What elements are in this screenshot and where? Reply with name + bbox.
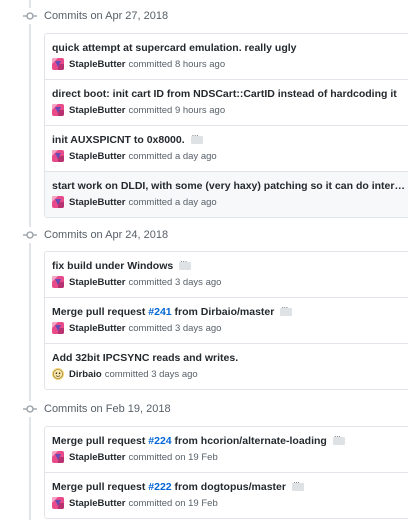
expand-message-button[interactable] [291, 478, 304, 491]
staplebutter-avatar[interactable] [52, 276, 64, 288]
commit-time: committed 3 days ago [128, 322, 222, 334]
commit-group-header: Commits on Feb 19, 2018 [0, 397, 408, 421]
timeline-line [29, 0, 31, 520]
pull-request-link[interactable]: #224 [148, 435, 171, 447]
commit-group-header: Commits on Apr 24, 2018 [0, 223, 408, 247]
expand-message-button[interactable] [190, 131, 203, 144]
commit-message[interactable]: fix build under Windows [52, 260, 173, 272]
commit-author[interactable]: StapleButter [69, 197, 125, 208]
commit-message[interactable]: start work on DLDI, with some (very haxy… [52, 180, 405, 192]
commit-list: fix build under Windows StapleButter com… [44, 251, 408, 390]
commit-group-title: Commits on Apr 24, 2018 [44, 229, 169, 241]
commit-time: committed 3 days ago [128, 276, 222, 288]
commit-item[interactable]: start work on DLDI, with some (very haxy… [45, 171, 408, 217]
commit-message[interactable]: init AUXSPICNT to 0x8000. [52, 134, 185, 146]
commit-message[interactable]: quick attempt at supercard emulation. re… [52, 42, 296, 54]
staplebutter-avatar[interactable] [52, 58, 64, 70]
commit-time: committed 9 hours ago [128, 104, 226, 116]
commit-item[interactable]: Add 32bit IPCSYNC reads and writes. Dirb… [45, 343, 408, 389]
commit-icon [22, 8, 38, 24]
pull-request-link[interactable]: #241 [148, 306, 171, 318]
commit-item[interactable]: quick attempt at supercard emulation. re… [45, 34, 408, 79]
commit-message[interactable]: Add 32bit IPCSYNC reads and writes. [52, 352, 238, 364]
expand-message-button[interactable] [332, 432, 345, 445]
commit-author[interactable]: StapleButter [69, 59, 125, 70]
commit-time: committed on 19 Feb [128, 497, 218, 509]
commit-message[interactable]: Merge pull request #222 from dogtopus/ma… [52, 481, 286, 493]
commit-time: committed 3 days ago [104, 368, 198, 380]
expand-message-button[interactable] [179, 257, 192, 270]
commit-item[interactable]: Merge pull request #222 from dogtopus/ma… [45, 472, 408, 518]
commit-author[interactable]: StapleButter [69, 452, 125, 463]
commit-time: committed 8 hours ago [128, 58, 226, 70]
commit-icon [22, 401, 38, 417]
commit-item[interactable]: direct boot: init cart ID from NDSCart::… [45, 79, 408, 125]
commit-item[interactable]: Merge pull request #224 from hcorion/alt… [45, 427, 408, 472]
commit-author[interactable]: StapleButter [69, 498, 125, 509]
commit-group-header: Commits on Apr 27, 2018 [0, 4, 408, 28]
commit-author[interactable]: Dirbaio [69, 369, 102, 380]
commit-list: quick attempt at supercard emulation. re… [44, 33, 408, 218]
commit-author[interactable]: StapleButter [69, 151, 125, 162]
commit-list: Merge pull request #224 from hcorion/alt… [44, 426, 408, 519]
commit-time: committed a day ago [128, 196, 217, 208]
dirbaio-avatar[interactable] [52, 368, 64, 380]
pull-request-link[interactable]: #222 [148, 481, 171, 493]
commit-author[interactable]: StapleButter [69, 277, 125, 288]
commit-time: committed a day ago [128, 150, 217, 162]
commit-item[interactable]: fix build under Windows StapleButter com… [45, 252, 408, 297]
commit-author[interactable]: StapleButter [69, 105, 125, 116]
staplebutter-avatar[interactable] [52, 104, 64, 116]
expand-message-button[interactable] [280, 303, 293, 316]
commit-group-title: Commits on Apr 27, 2018 [44, 10, 169, 22]
commit-item[interactable]: init AUXSPICNT to 0x8000. StapleButter c… [45, 125, 408, 171]
commit-message[interactable]: Merge pull request #224 from hcorion/alt… [52, 435, 327, 447]
staplebutter-avatar[interactable] [52, 497, 64, 509]
staplebutter-avatar[interactable] [52, 322, 64, 334]
commit-group-title: Commits on Feb 19, 2018 [44, 403, 171, 415]
commit-time: committed on 19 Feb [128, 451, 218, 463]
staplebutter-avatar[interactable] [52, 150, 64, 162]
commit-item[interactable]: Merge pull request #241 from Dirbaio/mas… [45, 297, 408, 343]
staplebutter-avatar[interactable] [52, 196, 64, 208]
commit-author[interactable]: StapleButter [69, 323, 125, 334]
commit-icon [22, 227, 38, 243]
commit-message[interactable]: Merge pull request #241 from Dirbaio/mas… [52, 306, 274, 318]
commit-message[interactable]: direct boot: init cart ID from NDSCart::… [52, 88, 397, 100]
staplebutter-avatar[interactable] [52, 451, 64, 463]
